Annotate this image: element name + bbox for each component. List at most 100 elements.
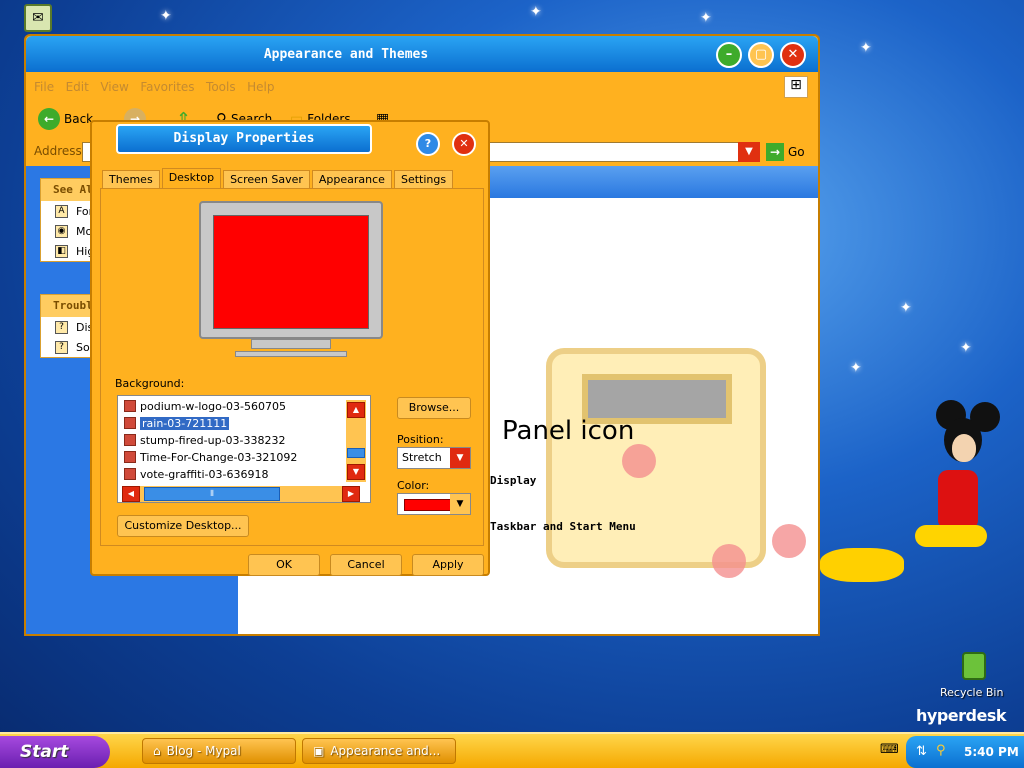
menu-tools[interactable]: Tools [206,76,236,98]
task-link-display[interactable]: Display [490,474,536,487]
taskbar-item-label: Appearance and... [330,744,441,758]
cancel-button[interactable]: Cancel [330,554,402,576]
taskbar: Start ⌂ Blog - Mypal ▣ Appearance and...… [0,732,1024,768]
position-value: Stretch [402,451,442,464]
recycle-bin-icon[interactable] [962,652,986,680]
horizontal-scrollbar[interactable]: ◀ ⦀ ▶ [122,486,360,502]
close-button[interactable]: ✕ [780,42,806,68]
sparkle-decoration: ✦ [860,40,872,56]
window-icon: ▣ [313,744,325,758]
dialog-title[interactable]: Display Properties [116,124,372,154]
go-arrow-icon: → [766,143,784,161]
image-file-icon [124,417,136,429]
browser-icon: ⌂ [153,744,161,758]
content-heading: Panel icon [502,416,635,446]
taskbar-item-blog[interactable]: ⌂ Blog - Mypal [142,738,296,764]
monitor-stand [251,339,331,349]
tab-appearance[interactable]: Appearance [311,170,392,188]
menu-bar: File Edit View Favorites Tools Help [26,76,818,98]
color-picker[interactable]: ▼ [397,493,471,515]
mouse-icon: ◉ [55,224,68,238]
image-file-icon [124,400,136,412]
contrast-icon: ◧ [55,244,68,258]
scroll-up-icon[interactable]: ▲ [347,402,365,418]
monitor-foot [235,351,347,357]
dialog-tabs: Themes Desktop Screen Saver Appearance S… [102,168,455,190]
menu-edit[interactable]: Edit [66,76,89,98]
clock[interactable]: 5:40 PM [964,745,1019,759]
explorer-titlebar[interactable]: Appearance and Themes – ▢ ✕ [26,36,818,72]
list-item[interactable]: podium-w-logo-03-560705 [124,398,286,414]
network-icon[interactable]: ⇅ [916,744,927,759]
tab-desktop[interactable]: Desktop [161,168,222,188]
apply-button[interactable]: Apply [412,554,484,576]
back-label: Back [64,112,94,126]
ok-button[interactable]: OK [248,554,320,576]
mickey-wallpaper [930,400,1000,480]
scroll-left-icon[interactable]: ◀ [122,486,140,502]
customize-desktop-button[interactable]: Customize Desktop... [117,515,249,537]
fonts-icon: A [55,204,68,218]
list-item[interactable]: Time-For-Change-03-321092 [124,449,297,465]
background-list[interactable]: podium-w-logo-03-560705 rain-03-721111 s… [117,395,371,503]
recycle-bin-label[interactable]: Recycle Bin [940,686,1003,699]
browse-button[interactable]: Browse... [397,397,471,419]
sparkle-decoration: ✦ [700,10,712,26]
image-file-icon [124,468,136,480]
task-link-taskbar[interactable]: Taskbar and Start Menu [490,520,636,533]
list-item[interactable]: vote-graffiti-03-636918 [124,466,268,482]
chevron-down-icon: ▼ [450,448,470,468]
sparkle-decoration: ✦ [960,340,972,356]
background-label: Background: [115,377,185,390]
vertical-scrollbar[interactable]: ▲ ▼ [346,400,366,482]
menu-favorites[interactable]: Favorites [140,76,194,98]
menu-file[interactable]: File [34,76,54,98]
help-icon: ? [55,320,68,334]
menu-help[interactable]: Help [247,76,274,98]
sparkle-decoration: ✦ [850,360,862,376]
color-label: Color: [397,479,430,492]
back-button[interactable]: ← Back [38,106,93,132]
tab-settings[interactable]: Settings [393,170,454,188]
windows-flag-icon: ⊞ [784,76,808,98]
minimize-button[interactable]: – [716,42,742,68]
back-arrow-icon: ← [38,108,60,130]
desktop-tab-panel: Background: podium-w-logo-03-560705 rain… [100,188,484,546]
image-file-icon [124,434,136,446]
tab-screen-saver[interactable]: Screen Saver [223,170,310,188]
mickey-body [938,470,978,530]
list-item-selected[interactable]: rain-03-721111 [124,415,230,431]
sparkle-decoration: ✦ [530,4,542,20]
keyboard-icon[interactable]: ⌨ [880,742,899,757]
hyperdesk-logo: hyperdesk [916,706,1006,725]
hscroll-thumb[interactable]: ⦀ [144,487,280,501]
scroll-thumb[interactable] [347,448,365,458]
desktop-icon[interactable]: ✉ [24,4,52,32]
monitor-preview [199,201,383,339]
image-file-icon [124,451,136,463]
dialog-close-button[interactable]: ✕ [452,132,476,156]
position-label: Position: [397,433,444,446]
menu-view[interactable]: View [100,76,128,98]
help-button[interactable]: ? [416,132,440,156]
search-icon[interactable]: ⚲ [936,743,946,758]
control-panel-illustration [546,348,806,578]
list-item[interactable]: stump-fired-up-03-338232 [124,432,286,448]
explorer-title: Appearance and Themes [263,47,429,62]
tab-themes[interactable]: Themes [102,170,160,188]
taskbar-item-label: Blog - Mypal [166,744,241,758]
address-dropdown-icon[interactable]: ▼ [738,142,760,162]
chevron-down-icon: ▼ [450,494,470,514]
taskbar-item-appearance[interactable]: ▣ Appearance and... [302,738,456,764]
go-label: Go [788,145,805,159]
maximize-button[interactable]: ▢ [748,42,774,68]
scroll-right-icon[interactable]: ▶ [342,486,360,502]
help-icon: ? [55,340,68,354]
position-select[interactable]: Stretch ▼ [397,447,471,469]
address-label: Address [34,144,82,158]
system-tray: ⇅ ⚲ 5:40 PM [906,736,1024,768]
scroll-down-icon[interactable]: ▼ [347,464,365,480]
start-button[interactable]: Start [0,736,110,768]
go-button[interactable]: → Go [766,142,805,162]
sparkle-decoration: ✦ [160,8,172,24]
